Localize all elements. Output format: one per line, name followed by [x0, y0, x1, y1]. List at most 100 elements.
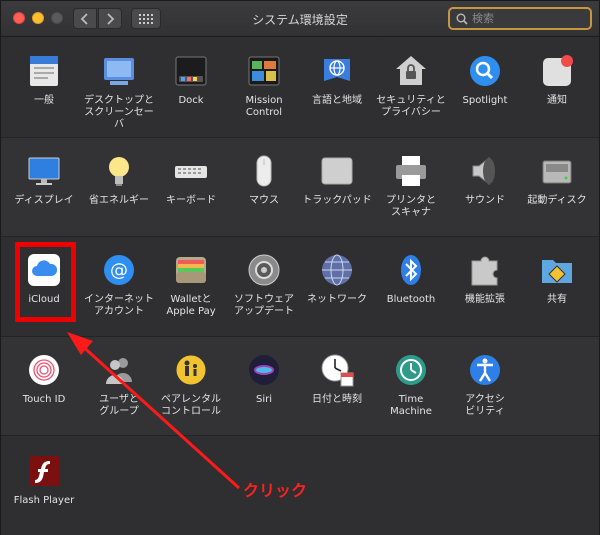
back-button[interactable]	[73, 8, 97, 29]
sound-icon	[467, 153, 503, 189]
pane-label: 一般	[34, 95, 54, 106]
internet-accounts-icon: @	[101, 252, 137, 288]
pane-label: 通知	[547, 95, 567, 106]
pane-internet-accounts[interactable]: @ インターネット アカウント	[81, 252, 157, 318]
bluetooth-icon	[393, 252, 429, 288]
general-icon	[26, 53, 62, 89]
pane-flash-player[interactable]: Flash Player	[6, 453, 82, 507]
minimize-button[interactable]	[32, 12, 44, 24]
date-time-icon	[319, 352, 355, 388]
pane-label: 日付と時刻	[312, 394, 362, 405]
pane-energy-saver[interactable]: 省エネルギー	[81, 153, 157, 207]
pane-extensions[interactable]: 機能拡張	[447, 252, 523, 306]
pane-trackpad[interactable]: トラックパッド	[299, 153, 375, 207]
forward-button[interactable]	[98, 8, 122, 29]
chevron-left-icon	[80, 12, 88, 25]
printer-icon	[393, 153, 429, 189]
security-icon	[393, 53, 429, 89]
energy-saver-icon	[101, 153, 137, 189]
pane-notifications[interactable]: 通知	[519, 53, 595, 107]
show-all-button[interactable]	[131, 8, 161, 29]
system-preferences-window: システム環境設定 一般 デスクトップと スクリーンセーバ Dock Missio…	[0, 0, 600, 535]
pane-accessibility[interactable]: アクセシ ビリティ	[447, 352, 523, 418]
pane-label: Flash Player	[13, 495, 75, 506]
zoom-button[interactable]	[51, 12, 63, 24]
sharing-icon	[539, 252, 575, 288]
pane-language-region[interactable]: 言語と地域	[299, 53, 375, 107]
pane-mission-control[interactable]: Mission Control	[226, 53, 302, 119]
display-icon	[26, 153, 62, 189]
keyboard-icon	[173, 153, 209, 189]
pane-label: インターネット アカウント	[84, 294, 154, 317]
pane-label: トラックパッド	[302, 195, 372, 206]
flash-player-icon	[26, 453, 62, 489]
touch-id-icon	[26, 352, 62, 388]
pane-label: Dock	[178, 95, 204, 106]
pane-startup-disk[interactable]: 起動ディスク	[519, 153, 595, 207]
pane-security-privacy[interactable]: セキュリティと プライバシー	[373, 53, 449, 119]
siri-icon	[246, 352, 282, 388]
pane-label: キーボード	[166, 195, 216, 206]
pane-label: Bluetooth	[386, 294, 436, 305]
highlight-box	[15, 242, 76, 322]
search-field[interactable]	[448, 7, 592, 30]
pane-touch-id[interactable]: Touch ID	[6, 352, 82, 406]
grid-icon	[139, 13, 153, 24]
pane-label: ディスプレイ	[14, 195, 74, 206]
pane-displays[interactable]: ディスプレイ	[6, 153, 82, 207]
pane-label: Siri	[255, 394, 272, 405]
pane-users-groups[interactable]: ユーザと グループ	[81, 352, 157, 418]
pane-label: Walletと Apple Pay	[166, 294, 216, 317]
pane-sound[interactable]: サウンド	[447, 153, 523, 207]
pane-label: Mission Control	[245, 95, 283, 118]
pane-software-update[interactable]: ソフトウェア アップデート	[226, 252, 302, 318]
users-groups-icon	[101, 352, 137, 388]
trackpad-icon	[319, 153, 355, 189]
pane-siri[interactable]: Siri	[226, 352, 302, 406]
svg-text:@: @	[110, 260, 128, 281]
pane-label: 機能拡張	[465, 294, 505, 305]
search-input[interactable]	[472, 12, 582, 25]
pane-label: ペアレンタル コントロール	[161, 394, 221, 417]
pane-general[interactable]: 一般	[6, 53, 82, 107]
mission-control-icon	[246, 53, 282, 89]
pane-dock[interactable]: Dock	[153, 53, 229, 107]
pane-spotlight[interactable]: Spotlight	[447, 53, 523, 107]
chevron-right-icon	[107, 12, 115, 25]
pane-label: ユーザと グループ	[99, 394, 139, 417]
pane-label: Touch ID	[22, 394, 66, 405]
close-button[interactable]	[13, 12, 25, 24]
pane-desktop-screensaver[interactable]: デスクトップと スクリーンセーバ	[81, 53, 157, 131]
pane-label: デスクトップと スクリーンセーバ	[84, 95, 154, 130]
pane-label: 共有	[547, 294, 567, 305]
pane-label: プリンタと スキャナ	[386, 195, 436, 218]
dock-icon	[173, 53, 209, 89]
pane-label: サウンド	[465, 195, 505, 206]
title-bar: システム環境設定	[1, 1, 599, 37]
extensions-icon	[467, 252, 503, 288]
language-region-icon	[319, 53, 355, 89]
parental-controls-icon	[173, 352, 209, 388]
pane-network[interactable]: ネットワーク	[299, 252, 375, 306]
pane-wallet-apple-pay[interactable]: Walletと Apple Pay	[153, 252, 229, 318]
pane-keyboard[interactable]: キーボード	[153, 153, 229, 207]
desktop-icon	[101, 53, 137, 89]
pane-parental-controls[interactable]: ペアレンタル コントロール	[153, 352, 229, 418]
startup-disk-icon	[539, 153, 575, 189]
pane-printers-scanners[interactable]: プリンタと スキャナ	[373, 153, 449, 219]
pane-date-time[interactable]: 日付と時刻	[299, 352, 375, 406]
pane-time-machine[interactable]: Time Machine	[373, 352, 449, 418]
pane-mouse[interactable]: マウス	[226, 153, 302, 207]
pane-sharing[interactable]: 共有	[519, 252, 595, 306]
software-update-icon	[246, 252, 282, 288]
pane-label: 起動ディスク	[527, 195, 587, 206]
pane-bluetooth[interactable]: Bluetooth	[373, 252, 449, 306]
pane-label: セキュリティと プライバシー	[376, 95, 446, 118]
spotlight-icon	[467, 53, 503, 89]
network-icon	[319, 252, 355, 288]
accessibility-icon	[467, 352, 503, 388]
pane-label: ソフトウェア アップデート	[234, 294, 294, 317]
pane-label: 言語と地域	[312, 95, 362, 106]
pane-label: マウス	[249, 195, 279, 206]
search-icon	[456, 13, 468, 25]
